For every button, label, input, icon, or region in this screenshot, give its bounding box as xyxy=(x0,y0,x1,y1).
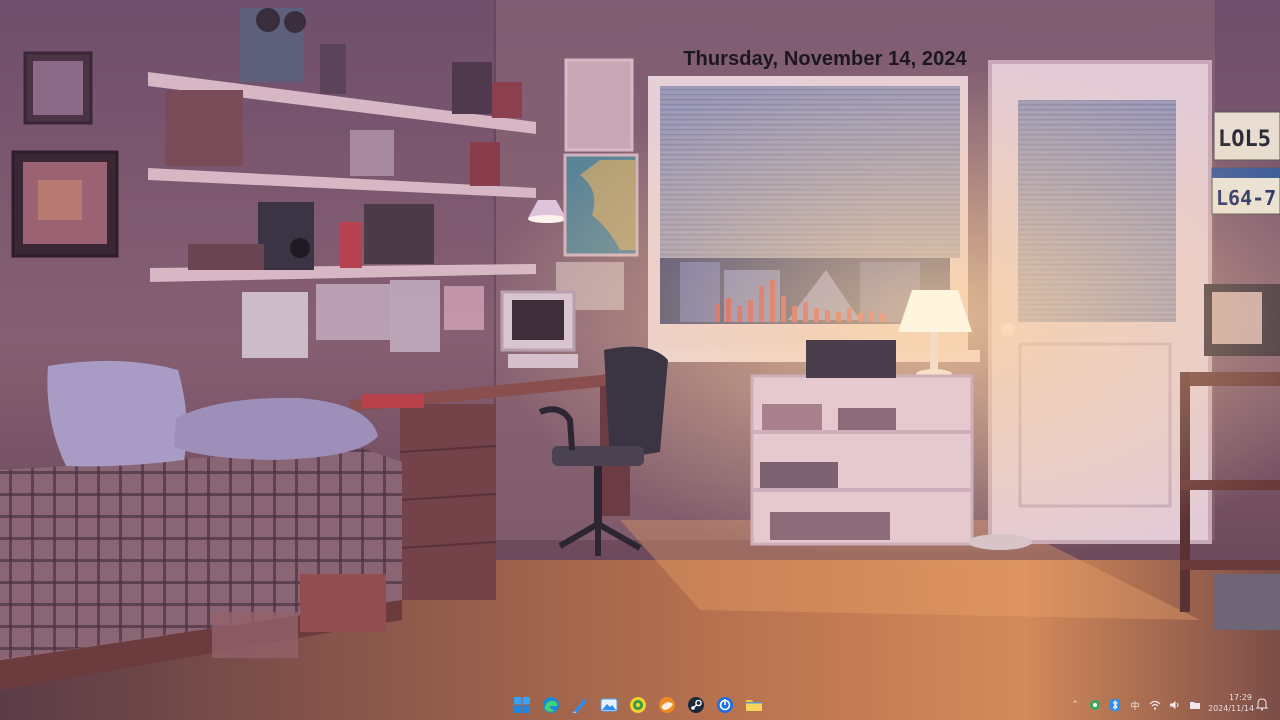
tray-app-icon[interactable] xyxy=(1088,698,1102,712)
taskbar-apps xyxy=(510,693,766,719)
photos-icon xyxy=(600,698,618,712)
battery-folder-icon[interactable] xyxy=(1188,698,1202,712)
steam-button[interactable] xyxy=(684,693,708,717)
globe-icon xyxy=(630,697,646,713)
app-yellow-button[interactable] xyxy=(626,693,650,717)
file-explorer-button[interactable] xyxy=(742,693,766,717)
start-button[interactable] xyxy=(510,693,534,717)
pen-app-button[interactable] xyxy=(568,693,592,717)
photos-button[interactable] xyxy=(597,693,621,717)
steam-icon xyxy=(688,697,704,713)
notification-bell-icon[interactable] xyxy=(1256,697,1268,711)
chevron-up-icon[interactable]: ⌃ xyxy=(1068,698,1082,712)
orange-app-icon xyxy=(659,697,675,713)
bluetooth-icon[interactable] xyxy=(1108,698,1122,712)
folder-icon xyxy=(746,700,762,711)
edge-icon xyxy=(543,697,559,713)
ime-indicator[interactable]: 中 xyxy=(1128,698,1142,712)
wifi-icon[interactable] xyxy=(1148,698,1162,712)
volume-icon[interactable] xyxy=(1168,698,1182,712)
app-orange-button[interactable] xyxy=(655,693,679,717)
taskbar-clock[interactable]: 17:29 2024/11/14 xyxy=(1208,692,1255,714)
clock-time: 17:29 xyxy=(1228,693,1252,702)
windows-logo-icon xyxy=(514,697,530,713)
system-tray: ⌃ 中 xyxy=(1068,695,1202,715)
pen-icon xyxy=(573,699,587,713)
date-widget: Thursday, November 14, 2024 xyxy=(683,48,967,70)
desktop-wallpaper: LOL5 L64-7 xyxy=(0,0,1280,720)
taskbar: ⌃ 中 17:29 2024/11/14 xyxy=(0,690,1280,720)
blue-app-icon xyxy=(717,697,733,713)
clock-date: 2024/11/14 xyxy=(1208,704,1255,713)
edge-button[interactable] xyxy=(539,693,563,717)
app-blue-button[interactable] xyxy=(713,693,737,717)
